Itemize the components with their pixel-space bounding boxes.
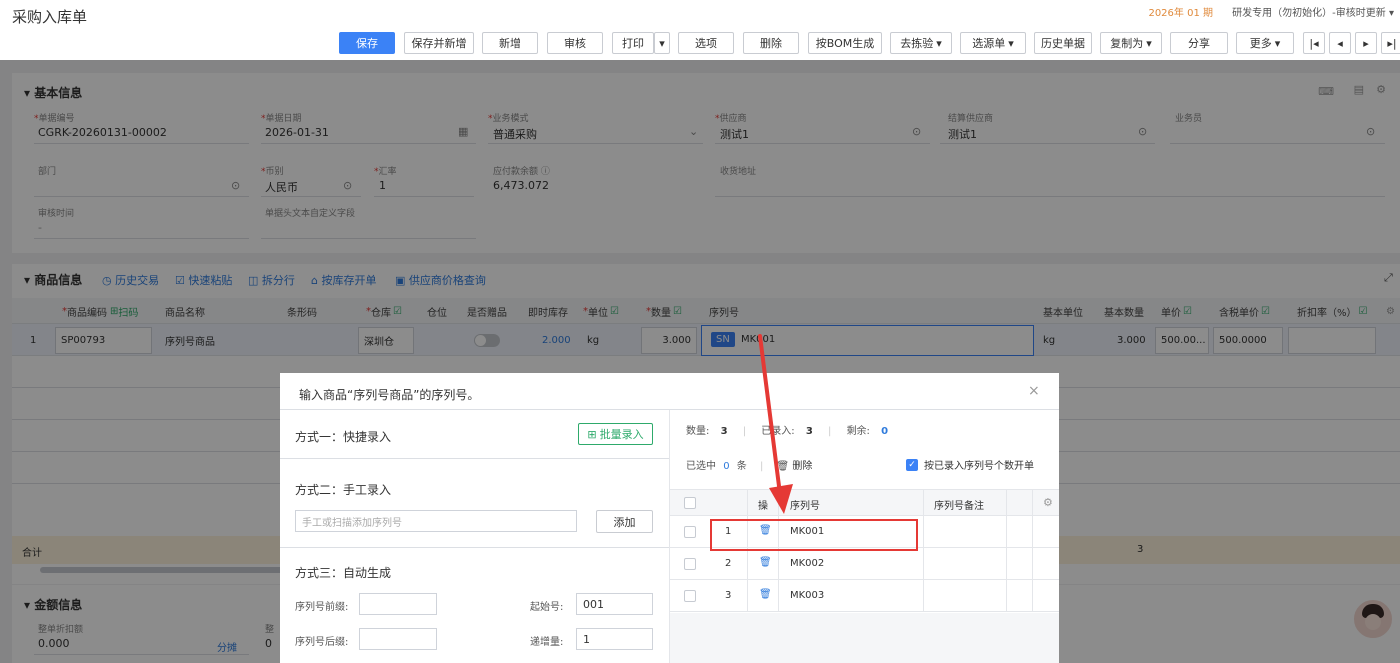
row-checkbox[interactable] — [684, 558, 696, 570]
close-icon[interactable]: × — [1028, 383, 1040, 399]
prev-record-icon[interactable]: ◂ — [1329, 32, 1351, 54]
chevron-down-icon: ▾ — [936, 36, 942, 50]
save-button[interactable]: 保存 — [339, 32, 395, 54]
trash-icon[interactable]: 🗑 — [759, 589, 772, 600]
row-number: 2 — [725, 558, 732, 569]
chevron-down-icon: ▾ — [1274, 36, 1281, 50]
add-button[interactable]: 新增 — [482, 32, 538, 54]
remain-label: 剩余: — [846, 426, 870, 437]
save-new-button[interactable]: 保存并新增 — [404, 32, 474, 54]
serial-table-header: 操 序列号 序列号备注 ⚙ — [670, 489, 1059, 516]
row-checkbox[interactable] — [684, 590, 696, 602]
method1-label: 方式一：快捷录入 — [295, 430, 392, 444]
print-dropdown-button[interactable]: ▾ — [654, 32, 670, 54]
pick-button[interactable]: 去拣验 ▾ — [890, 32, 952, 54]
serial-cell[interactable]: MK002 — [790, 558, 824, 569]
chevron-down-icon: ▾ — [1146, 36, 1152, 50]
arrow-annotation — [758, 334, 793, 514]
batch-label: 批量录入 — [599, 428, 644, 441]
open-by-count-label: 按已录入序列号个数开单 — [924, 461, 1034, 472]
serial-table: 操 序列号 序列号备注 ⚙ 1 🗑 MK001 2 🗑 MK002 3 🗑 MK… — [670, 489, 1059, 663]
top-bar: 采购入库单 2026年 01 期 研发专用（勿初始化）-审核时更新 ▾ 保存 保… — [0, 0, 1400, 60]
history-button[interactable]: 历史单据 — [1034, 32, 1092, 54]
suffix-label: 序列号后缀: — [295, 637, 349, 648]
col-note: 序列号备注 — [934, 501, 984, 512]
divider — [1006, 489, 1007, 612]
table-empty-area — [670, 613, 1059, 663]
manual-serial-input[interactable]: 手工或扫描添加序列号 — [295, 510, 577, 532]
chevron-down-icon: ▾ — [659, 36, 665, 50]
first-record-icon[interactable]: |◂ — [1303, 32, 1325, 54]
period-info: 2026年 01 期 研发专用（勿初始化）-审核时更新 ▾ — [1148, 4, 1394, 19]
step-input[interactable]: 1 — [576, 628, 653, 650]
org-selector[interactable]: 研发专用（勿初始化）-审核时更新 — [1232, 8, 1386, 19]
select-all-checkbox[interactable] — [684, 497, 696, 509]
serial-modal: 输入商品“序列号商品”的序列号。 × 方式一：快捷录入 ⊞ 批量录入 方式二：手工… — [280, 373, 1059, 663]
batch-entry-button[interactable]: ⊞ 批量录入 — [578, 423, 653, 445]
source-button[interactable]: 选源单 ▾ — [960, 32, 1026, 54]
divider — [1032, 489, 1033, 612]
remain-value: 0 — [881, 426, 889, 437]
delete-button[interactable]: 删除 — [743, 32, 799, 54]
suffix-input[interactable] — [359, 628, 437, 650]
copy-as-button[interactable]: 复制为 ▾ — [1100, 32, 1162, 54]
divider — [280, 458, 669, 459]
prefix-label: 序列号前缀: — [295, 602, 349, 613]
open-by-count-option[interactable]: ✓ 按已录入序列号个数开单 — [906, 457, 1034, 472]
start-input[interactable]: 001 — [576, 593, 653, 615]
pick-label: 去拣验 — [900, 37, 934, 50]
next-record-icon[interactable]: ▸ — [1355, 32, 1377, 54]
selected-label: 已选中 — [686, 461, 716, 472]
prefix-input[interactable] — [359, 593, 437, 615]
add-serial-button[interactable]: 添加 — [596, 510, 653, 533]
highlight-box — [710, 519, 918, 551]
bom-button[interactable]: 按BOM生成 — [808, 32, 882, 54]
serial-row[interactable]: 3 🗑 MK003 — [670, 580, 1059, 612]
options-button[interactable]: 选项 — [678, 32, 734, 54]
more-label: 更多 — [1249, 37, 1272, 50]
qty-label: 数量: — [686, 426, 710, 437]
method3-label: 方式三：自动生成 — [295, 566, 392, 580]
print-button[interactable]: 打印 — [612, 32, 654, 54]
batch-icon: ⊞ — [587, 427, 597, 441]
last-record-icon[interactable]: ▸| — [1381, 32, 1400, 54]
source-label: 选源单 — [972, 37, 1006, 50]
modal-title: 输入商品“序列号商品”的序列号。 — [299, 388, 480, 402]
gear-icon[interactable]: ⚙ — [1043, 496, 1053, 509]
serial-cell[interactable]: MK003 — [790, 590, 824, 601]
page-title: 采购入库单 — [12, 8, 88, 26]
method2-label: 方式二：手工录入 — [295, 483, 392, 497]
divider — [923, 489, 924, 612]
step-label: 递增量: — [530, 637, 564, 648]
share-button[interactable]: 分享 — [1170, 32, 1228, 54]
checkbox-checked-icon[interactable]: ✓ — [906, 458, 918, 471]
chevron-down-icon: ▾ — [1008, 36, 1014, 50]
divider — [280, 547, 669, 548]
row-checkbox[interactable] — [684, 526, 696, 538]
more-button[interactable]: 更多 ▾ — [1236, 32, 1294, 54]
audit-button[interactable]: 审核 — [547, 32, 603, 54]
copy-label: 复制为 — [1110, 37, 1144, 50]
trash-icon[interactable]: 🗑 — [759, 557, 772, 568]
chevron-down-icon[interactable]: ▾ — [1389, 8, 1394, 19]
row-number: 3 — [725, 590, 732, 601]
qty-value: 3 — [720, 426, 728, 437]
period-label: 2026年 01 期 — [1148, 8, 1213, 19]
start-label: 起始号: — [530, 602, 564, 613]
selected-count: 0 — [723, 461, 730, 472]
entered-value: 3 — [805, 426, 813, 437]
serial-row[interactable]: 2 🗑 MK002 — [670, 548, 1059, 580]
